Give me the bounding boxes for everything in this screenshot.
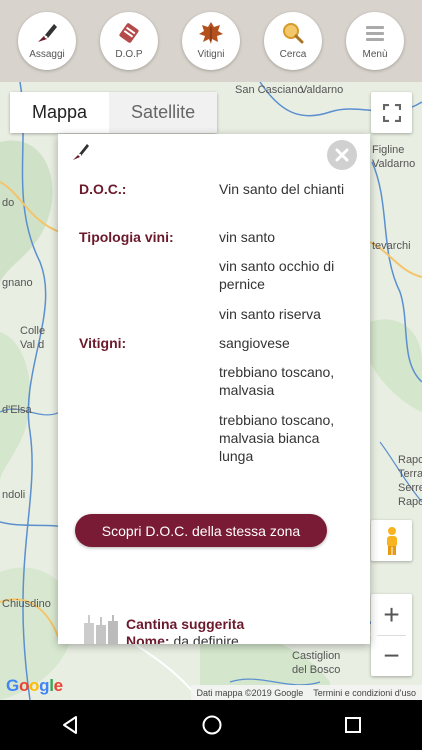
map-label: Rapola — [398, 454, 422, 466]
app-screen: Assaggi D.O.P Vitigni Cerca Menù San Cas… — [0, 0, 422, 750]
fullscreen-icon — [382, 103, 401, 122]
nav-vitigni-button[interactable]: Vitigni — [182, 12, 240, 70]
map-label: Colle — [20, 325, 46, 337]
doc-info-popup: D.O.C.: Vin santo del chianti Tipologia … — [58, 134, 370, 644]
map-label: Terran — [398, 468, 422, 480]
map-label: Chiusdino — [2, 598, 51, 610]
nav-dop-button[interactable]: D.O.P — [100, 12, 158, 70]
map-view[interactable]: San Casciano Valdarno Figline Valdarno d… — [0, 82, 422, 700]
map-label: Castiglion — [292, 650, 341, 662]
map-footer: Dati mappa ©2019 Google Termini e condiz… — [190, 685, 422, 700]
detail-value: Vin santo del chianti — [219, 181, 345, 197]
map-type-control: Mappa Satellite — [10, 92, 218, 133]
pegman-icon — [386, 526, 397, 555]
pen-nib-icon — [32, 18, 62, 48]
detail-value: sangiovese — [219, 335, 290, 351]
nav-assaggi-label: Assaggi — [29, 49, 65, 60]
map-label: Figline — [372, 144, 405, 156]
nav-cerca-button[interactable]: Cerca — [264, 12, 322, 70]
detail-value: vin santo riserva — [219, 306, 321, 322]
cantina-nome: Nome: da definire — [126, 633, 239, 644]
nav-dop-label: D.O.P — [115, 49, 143, 60]
detail-key — [79, 411, 219, 469]
cantina-title: Cantina suggerita — [126, 616, 245, 632]
zoom-control: + − — [371, 594, 412, 676]
map-label: tevarchi — [372, 240, 411, 252]
top-nav-bar: Assaggi D.O.P Vitigni Cerca Menù — [0, 0, 422, 82]
detail-row: trebbiano toscano, malvasia — [79, 363, 359, 411]
map-label: Valdarno — [300, 84, 344, 96]
detail-value: vin santo occhio di pernice — [219, 258, 335, 292]
map-data-attribution: Dati mappa ©2019 Google — [196, 687, 304, 698]
search-icon — [278, 18, 308, 48]
detail-row: vin santo riserva — [79, 305, 359, 334]
detail-key — [79, 257, 219, 305]
nav-assaggi-button[interactable]: Assaggi — [18, 12, 76, 70]
detail-key: Vitigni: — [79, 335, 127, 351]
detail-row: trebbiano toscano, malvasia bianca lunga — [79, 411, 359, 469]
map-terms-link[interactable]: Termini e condizioni d'uso — [313, 688, 416, 698]
map-type-satellite-button[interactable]: Satellite — [109, 92, 218, 133]
map-label: Serre — [398, 482, 422, 494]
scroll-icon — [114, 18, 144, 48]
google-logo: Google — [6, 676, 63, 695]
detail-key — [79, 305, 219, 334]
nav-vitigni-label: Vitigni — [197, 49, 225, 60]
system-nav-bar — [0, 700, 422, 750]
menu-icon — [360, 18, 390, 48]
map-label: Val d — [20, 339, 45, 351]
detail-row: Vitigni: sangiovese — [79, 334, 359, 363]
detail-value: trebbiano toscano, malvasia bianca lunga — [219, 412, 335, 464]
map-label: gnano — [2, 277, 33, 289]
map-label: ndoli — [2, 489, 26, 501]
detail-value: trebbiano toscano, malvasia — [219, 364, 335, 398]
map-label: Rapolan — [398, 496, 422, 508]
pen-nib-icon — [70, 141, 92, 168]
wine-bottles-icon — [84, 615, 118, 644]
home-icon[interactable] — [201, 714, 223, 736]
map-label: del Bosco — [292, 664, 341, 676]
detail-row: vin santo occhio di pernice — [79, 257, 359, 305]
nav-menu-button[interactable]: Menù — [346, 12, 404, 70]
detail-row: Tipologia vini: vin santo — [79, 228, 359, 257]
map-label: San Casciano — [235, 84, 304, 96]
popup-close-button[interactable] — [327, 140, 357, 170]
map-type-mappa-button[interactable]: Mappa — [10, 92, 110, 133]
scopri-doc-button[interactable]: Scopri D.O.C. della stessa zona — [75, 514, 327, 547]
grape-leaf-icon — [196, 18, 226, 48]
recents-icon[interactable] — [344, 716, 362, 734]
detail-key — [79, 363, 219, 411]
map-label: do — [2, 197, 15, 209]
doc-detail-list: D.O.C.: Vin santo del chianti Tipologia … — [79, 180, 359, 469]
street-view-pegman-button[interactable] — [371, 520, 412, 561]
detail-key: Tipologia vini: — [79, 229, 174, 245]
close-icon — [335, 148, 349, 162]
map-label: Valdarno — [372, 158, 416, 170]
nav-menu-label: Menù — [362, 49, 388, 60]
cantina-nome-key: Nome: — [126, 633, 170, 644]
detail-key: D.O.C.: — [79, 181, 127, 197]
cantina-nome-value: da definire — [169, 633, 239, 644]
back-icon[interactable] — [60, 715, 80, 735]
nav-cerca-label: Cerca — [279, 49, 307, 60]
fullscreen-button[interactable] — [371, 92, 412, 133]
zoom-out-button[interactable]: − — [371, 635, 412, 676]
zoom-in-button[interactable]: + — [371, 594, 412, 635]
map-label: d'Elsa — [2, 404, 32, 416]
detail-value: vin santo — [219, 229, 276, 245]
detail-row: D.O.C.: Vin santo del chianti — [79, 180, 359, 228]
zoom-divider — [377, 635, 406, 636]
cantina-suggerita-section: Cantina suggerita Nome: da definire — [80, 613, 350, 644]
